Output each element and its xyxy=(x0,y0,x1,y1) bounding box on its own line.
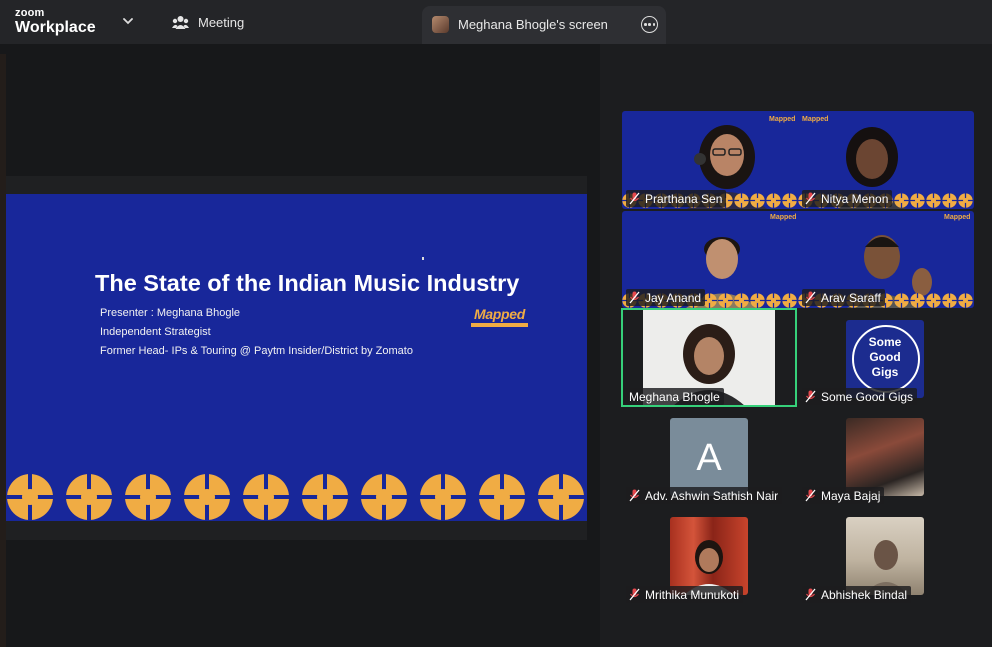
flower-motif xyxy=(910,193,925,209)
flower-motif xyxy=(301,473,349,521)
slide-title: The State of the Indian Music Industry xyxy=(95,270,520,296)
flower-motif xyxy=(65,473,113,521)
top-bar: zoom Workplace Meeting Meghana Bhogle's … xyxy=(0,0,992,44)
flower-motif xyxy=(782,193,797,209)
some-good-gigs-avatar[interactable]: Some Good Gigs xyxy=(846,320,924,398)
flower-motif xyxy=(782,293,797,308)
tab-shared-screen-label: Meghana Bhogle's screen xyxy=(458,17,608,32)
muted-mic-icon xyxy=(805,489,816,502)
slide-flower-pattern xyxy=(6,473,587,521)
participant-label-ashwin: Adv. Ashwin Sathish Nair xyxy=(626,487,783,504)
flower-motif xyxy=(766,293,781,308)
participant-label-meghana: Meghana Bhogle xyxy=(624,388,724,405)
tab-meeting[interactable]: Meeting xyxy=(172,15,244,30)
flower-motif xyxy=(242,473,290,521)
participant-label-mrithika: Mrithika Munukoti xyxy=(626,586,744,603)
mapped-logo-text: Mapped xyxy=(473,306,526,322)
flower-motif xyxy=(926,293,941,308)
presentation-slide: The State of the Indian Music Industry P… xyxy=(6,194,587,521)
flower-motif xyxy=(910,293,925,308)
flower-motif xyxy=(734,293,749,308)
participant-label-arav: Arav Saraff xyxy=(802,289,885,306)
avatar-logo-text: Good xyxy=(869,350,901,364)
brand-small-text: zoom xyxy=(15,7,45,19)
flower-motif xyxy=(478,473,526,521)
participant-label-some-good-gigs: Some Good Gigs xyxy=(802,388,918,405)
flower-motif xyxy=(750,193,765,209)
muted-mic-icon xyxy=(629,489,640,502)
participant-label-jay: Jay Anand xyxy=(626,289,706,306)
avatar-maya[interactable] xyxy=(846,418,924,496)
participant-name: Adv. Ashwin Sathish Nair xyxy=(645,488,779,503)
participants-icon xyxy=(172,16,189,29)
participant-name: Jay Anand xyxy=(645,290,702,305)
presenter-thumbnail xyxy=(432,16,449,33)
participant-name: Some Good Gigs xyxy=(821,389,914,404)
zoom-workplace-logo[interactable]: zoom Workplace xyxy=(15,8,96,36)
flower-motif xyxy=(734,193,749,209)
mapped-logo: Mapped xyxy=(471,306,528,327)
avatar-logo-text: Some xyxy=(868,335,902,349)
muted-mic-icon xyxy=(629,291,640,304)
flower-motif xyxy=(942,193,957,209)
participant-label-prarthana: Prarthana Sen xyxy=(626,190,727,207)
participant-name: Abhishek Bindal xyxy=(821,587,908,602)
slide-former-role-line: Former Head- IPs & Touring @ Paytm Insid… xyxy=(100,345,413,357)
muted-mic-icon xyxy=(629,588,640,601)
flower-motif xyxy=(942,293,957,308)
tab-meeting-label: Meeting xyxy=(198,15,245,30)
more-options-icon[interactable] xyxy=(641,16,658,33)
flower-motif xyxy=(718,293,733,308)
flower-motif xyxy=(537,473,585,521)
brand-name: Workplace xyxy=(15,19,96,36)
chevron-down-icon[interactable] xyxy=(121,14,135,28)
tab-shared-screen[interactable]: Meghana Bhogle's screen xyxy=(422,6,666,44)
participant-name: Maya Bajaj xyxy=(821,488,881,503)
participant-name: Arav Saraff xyxy=(821,290,881,305)
muted-mic-icon xyxy=(805,588,816,601)
mouse-cursor xyxy=(422,257,424,260)
participant-name: Prarthana Sen xyxy=(645,191,723,206)
avatar-abhishek[interactable] xyxy=(846,517,924,595)
participant-label-maya: Maya Bajaj xyxy=(802,487,885,504)
slide-role-line: Independent Strategist xyxy=(100,326,211,338)
flower-motif xyxy=(124,473,172,521)
flower-motif xyxy=(926,193,941,209)
muted-mic-icon xyxy=(805,291,816,304)
avatar-logo-text: Gigs xyxy=(871,365,899,379)
flower-motif xyxy=(894,193,909,209)
avatar-mrithika[interactable] xyxy=(670,517,748,595)
flower-motif xyxy=(6,473,54,521)
slide-presenter-line: Presenter : Meghana Bhogle xyxy=(100,307,241,319)
flower-motif xyxy=(419,473,467,521)
flower-motif xyxy=(894,293,909,308)
flower-motif xyxy=(766,193,781,209)
participant-label-abhishek: Abhishek Bindal xyxy=(802,586,912,603)
participant-label-nitya: Nitya Menon xyxy=(802,190,893,207)
muted-mic-icon xyxy=(805,390,816,403)
participant-name: Nitya Menon xyxy=(821,191,889,206)
muted-mic-icon xyxy=(629,192,640,205)
participant-name: Meghana Bhogle xyxy=(629,389,720,404)
flower-motif xyxy=(958,193,973,209)
participant-name: Mrithika Munukoti xyxy=(645,587,740,602)
flower-motif xyxy=(750,293,765,308)
flower-motif xyxy=(183,473,231,521)
avatar-ashwin[interactable]: A xyxy=(670,418,748,496)
muted-mic-icon xyxy=(805,192,816,205)
flower-motif xyxy=(958,293,973,308)
flower-motif xyxy=(360,473,408,521)
